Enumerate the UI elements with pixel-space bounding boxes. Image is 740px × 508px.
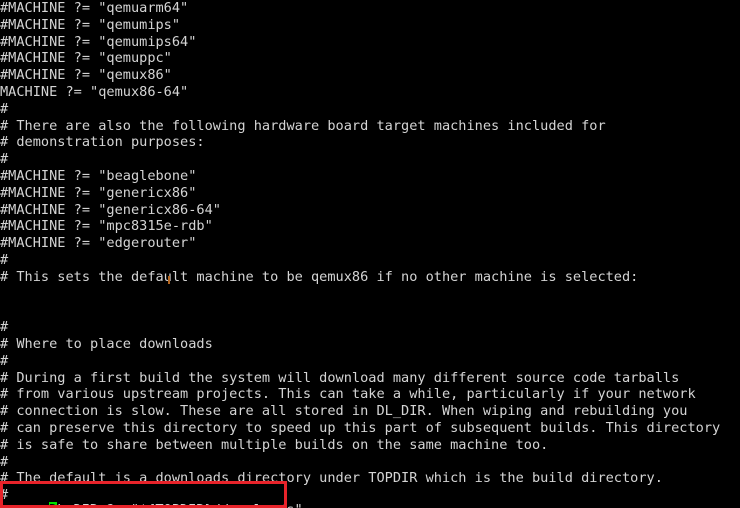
code-line: #MACHINE ?= "qemumips" [0, 16, 181, 33]
code-line: #MACHINE ?= "genericx86-64" [0, 201, 221, 218]
code-line: # There are also the following hardware … [0, 117, 606, 134]
code-line: # can preserve this directory to speed u… [0, 419, 721, 436]
code-line: #MACHINE ?= "edgerouter" [0, 235, 197, 252]
code-line: # [0, 319, 9, 336]
code-line: # from various upstream projects. This c… [0, 386, 696, 403]
code-line: #MACHINE ?= "mpc8315e-rdb" [0, 218, 213, 235]
code-line: # connection is slow. These are all stor… [0, 403, 688, 420]
code-line: # [0, 352, 9, 369]
code-line: #MACHINE ?= "qemux86" [0, 67, 172, 84]
code-line: # is safe to share between multiple buil… [0, 436, 549, 453]
code-line: # This sets the default machine to be qe… [0, 268, 639, 285]
code-line: #MACHINE ?= "qemumips64" [0, 33, 197, 50]
text-cursor[interactable]: D [49, 501, 57, 508]
render-artifact [168, 276, 170, 284]
terminal-window[interactable]: #MACHINE ?= "qemuarm64" #MACHINE ?= "qem… [0, 0, 740, 508]
code-line: # [0, 100, 9, 117]
code-line: #MACHINE ?= "genericx86" [0, 184, 197, 201]
code-line-dl-dir[interactable]: DL_DIR ?= "${TOPDIR}/downloads" [0, 485, 303, 508]
code-line: # [0, 453, 9, 470]
code-line-section-header: # Where to place downloads [0, 335, 213, 352]
code-line: # [0, 151, 9, 168]
code-line: #MACHINE ?= "qemuarm64" [0, 0, 189, 16]
code-line: # [0, 251, 9, 268]
code-line: # During a first build the system will d… [0, 369, 680, 386]
terminal-screen[interactable]: #MACHINE ?= "qemuarm64" #MACHINE ?= "qem… [0, 0, 740, 508]
code-line: #MACHINE ?= "beaglebone" [0, 167, 197, 184]
code-line-active-machine: MACHINE ?= "qemux86-64" [0, 83, 189, 100]
code-line: # demonstration purposes: [0, 134, 205, 151]
code-line-dl-dir-text: L_DIR ?= "${TOPDIR}/downloads" [57, 502, 303, 508]
code-line: #MACHINE ?= "qemuppc" [0, 50, 172, 67]
